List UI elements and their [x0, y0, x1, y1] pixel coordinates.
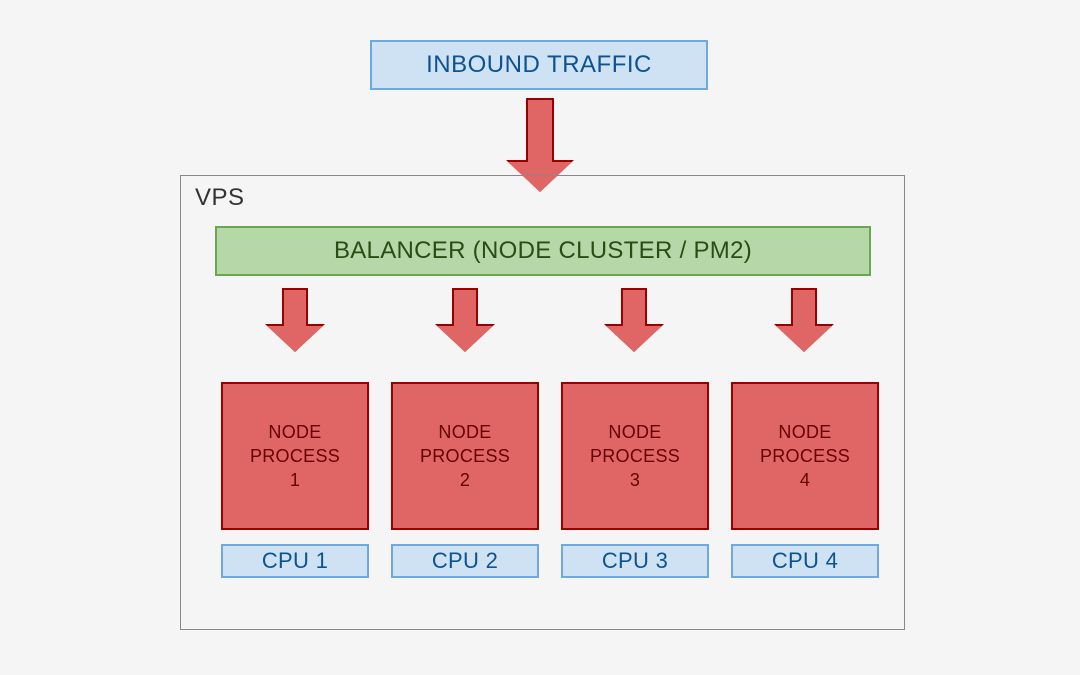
cpu-3-box: CPU 3: [561, 544, 709, 578]
node-process-4-box: NODE PROCESS 4: [731, 382, 879, 530]
vps-label: VPS: [195, 184, 245, 212]
vps-container: VPS BALANCER (NODE CLUSTER / PM2) NODE P…: [180, 175, 905, 630]
node-label-line: PROCESS: [250, 444, 340, 468]
arrow-balancer-to-node-1: [267, 288, 323, 352]
node-process-3-box: NODE PROCESS 3: [561, 382, 709, 530]
node-label-line: PROCESS: [760, 444, 850, 468]
cpu-label: CPU 4: [772, 548, 838, 574]
arrow-head-icon: [267, 326, 323, 352]
arrow-head-icon: [606, 326, 662, 352]
balancer-label: BALANCER (NODE CLUSTER / PM2): [334, 237, 752, 265]
inbound-traffic-box: INBOUND TRAFFIC: [370, 40, 708, 90]
cpu-1-box: CPU 1: [221, 544, 369, 578]
diagram-canvas: INBOUND TRAFFIC VPS BALANCER (NODE CLUST…: [0, 0, 1080, 675]
cpu-label: CPU 2: [432, 548, 498, 574]
arrow-shaft: [621, 288, 647, 326]
node-label-line: 2: [460, 468, 470, 492]
node-label-line: 1: [290, 468, 300, 492]
arrow-shaft: [282, 288, 308, 326]
arrow-shaft: [791, 288, 817, 326]
node-process-2-box: NODE PROCESS 2: [391, 382, 539, 530]
arrow-shaft: [526, 98, 554, 162]
arrow-balancer-to-node-2: [437, 288, 493, 352]
arrow-balancer-to-node-4: [776, 288, 832, 352]
balancer-box: BALANCER (NODE CLUSTER / PM2): [215, 226, 871, 276]
arrow-head-icon: [776, 326, 832, 352]
cpu-label: CPU 3: [602, 548, 668, 574]
node-process-1-box: NODE PROCESS 1: [221, 382, 369, 530]
inbound-traffic-label: INBOUND TRAFFIC: [426, 51, 652, 79]
node-label-line: NODE: [608, 420, 661, 444]
node-label-line: 4: [800, 468, 810, 492]
node-label-line: NODE: [268, 420, 321, 444]
node-label-line: PROCESS: [420, 444, 510, 468]
node-label-line: NODE: [438, 420, 491, 444]
arrow-shaft: [452, 288, 478, 326]
arrow-balancer-to-node-3: [606, 288, 662, 352]
node-label-line: PROCESS: [590, 444, 680, 468]
cpu-2-box: CPU 2: [391, 544, 539, 578]
cpu-label: CPU 1: [262, 548, 328, 574]
node-label-line: NODE: [778, 420, 831, 444]
arrow-head-icon: [437, 326, 493, 352]
cpu-4-box: CPU 4: [731, 544, 879, 578]
node-label-line: 3: [630, 468, 640, 492]
